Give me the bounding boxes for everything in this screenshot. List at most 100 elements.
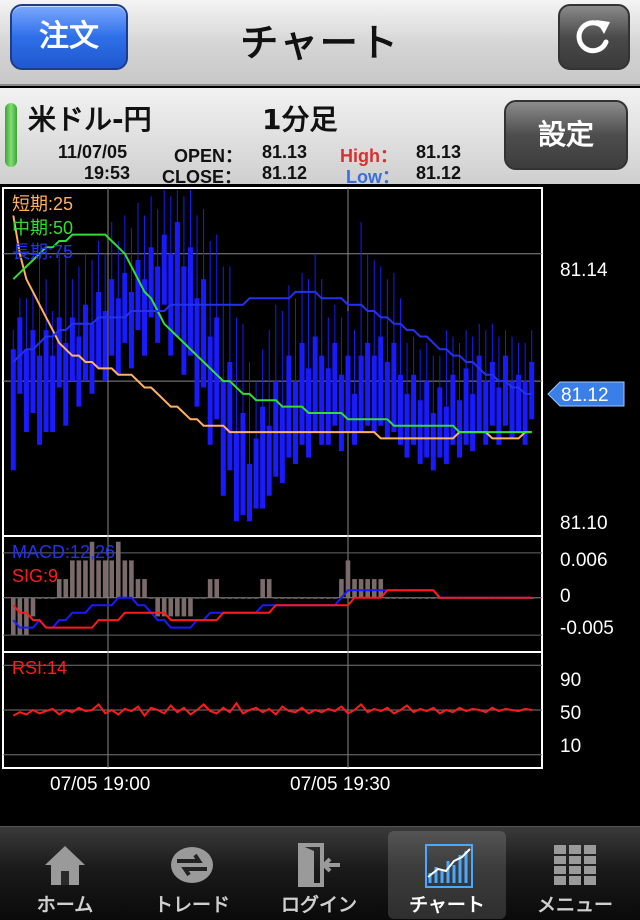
y-tick-81-10: 81.10	[560, 513, 608, 534]
quote-time: 19:53	[84, 163, 131, 183]
candle-body	[207, 336, 213, 445]
macd-hist-bar	[424, 597, 430, 599]
macd-hist-bar	[17, 597, 23, 636]
candle-body	[128, 291, 134, 369]
legend-macd: MACD:12,26	[12, 542, 115, 562]
macd-hist-bar	[129, 560, 134, 598]
tab-home-label: ホーム	[36, 894, 94, 916]
macd-hist-bar	[168, 597, 174, 617]
candle-body	[260, 406, 266, 509]
tab-home[interactable]: ホーム	[6, 831, 124, 919]
candle-body	[371, 355, 377, 433]
candle-body	[266, 425, 272, 496]
home-icon	[45, 846, 85, 885]
macd-hist-bar	[10, 597, 16, 636]
candle-body	[135, 260, 141, 331]
candle-body	[443, 406, 449, 464]
macd-hist-bar	[43, 597, 49, 599]
x-tick-1900: 07/05 19:00	[50, 774, 150, 795]
macd-hist-bar	[214, 579, 220, 598]
macd-hist-bar	[332, 597, 338, 599]
tab-login[interactable]: ログイン	[260, 831, 378, 919]
macd-hist-bar	[385, 597, 390, 599]
macd-hist-bar	[398, 597, 403, 599]
candle-body	[201, 279, 207, 388]
candle-body	[240, 412, 246, 515]
macd-hist-bar	[201, 597, 206, 599]
tab-login-label: ログイン	[280, 894, 357, 916]
macd-hist-bar	[365, 579, 370, 598]
open-value: 81.13	[262, 142, 308, 162]
candle-body	[82, 304, 88, 382]
macd-hist-bar	[63, 579, 69, 598]
macd-hist-bar	[70, 560, 75, 598]
macd-hist-bar	[371, 579, 377, 598]
macd-hist-bar	[352, 579, 357, 598]
chart-period: 1分足	[262, 103, 338, 136]
tab-trade[interactable]: トレード	[133, 831, 251, 919]
macd-hist-bar	[247, 597, 252, 599]
candle-body	[23, 349, 29, 433]
high-value: 81.13	[416, 142, 462, 162]
rsi-tick-50: 50	[560, 703, 581, 724]
chart-icon	[425, 844, 473, 888]
candle-body	[220, 381, 226, 496]
candle-body	[181, 266, 187, 375]
chart-area[interactable]: 短期:25 中期:50 長期:75 MACD:12,26 SIG:9 RSI:1…	[0, 186, 640, 826]
quote-info-panel: 米ドル-円 1分足 11/07/05 19:53 OPEN： 81.13 CLO…	[0, 88, 640, 187]
chart-svg[interactable]: 短期:25 中期:50 長期:75 MACD:12,26 SIG:9 RSI:1…	[0, 186, 640, 826]
candle-body	[148, 247, 154, 318]
candle-body	[502, 355, 508, 426]
candle-body	[273, 381, 279, 477]
trade-icon	[171, 847, 213, 883]
refresh-button[interactable]	[558, 4, 630, 70]
macd-hist-bar	[135, 579, 141, 598]
tab-chart-label: チャート	[409, 894, 485, 916]
macd-hist-bar	[260, 579, 265, 598]
candle-body	[470, 393, 476, 452]
macd-hist-bar	[207, 579, 213, 598]
candle-body	[115, 298, 121, 375]
macd-hist-bar	[293, 597, 298, 599]
candle-body	[96, 291, 102, 369]
candle-body	[424, 381, 430, 458]
macd-hist-bar	[30, 597, 36, 617]
tab-bar: ホーム トレード ログイン チャート メニュー	[0, 826, 640, 920]
candle-body	[496, 387, 502, 445]
macd-tick-top: 0.006	[560, 550, 608, 571]
tab-menu[interactable]: メニュー	[516, 831, 634, 919]
candle-body	[509, 381, 515, 439]
candle-body	[312, 336, 318, 433]
macd-hist-bar	[391, 597, 397, 599]
candle-body	[516, 374, 522, 433]
candle-body	[279, 406, 285, 484]
candle-body	[417, 400, 423, 464]
macd-hist-bar	[273, 597, 279, 599]
legend-mid: 中期:50	[12, 218, 73, 238]
macd-hist-bar	[220, 597, 226, 599]
candle-body	[391, 342, 397, 433]
macd-hist-bar	[109, 560, 115, 598]
macd-hist-bar	[266, 579, 272, 598]
navigation-bar: 注文 チャート	[0, 0, 640, 86]
tab-chart[interactable]: チャート	[388, 831, 506, 919]
macd-hist-bar	[299, 597, 305, 599]
macd-hist-bar	[253, 597, 259, 599]
low-value: 81.12	[416, 163, 462, 183]
candle-body	[187, 247, 193, 356]
macd-hist-bar	[115, 541, 121, 598]
macd-hist-bar	[76, 560, 82, 598]
candle-body	[463, 368, 469, 445]
rsi-line	[12, 701, 532, 718]
macd-hist-bar	[37, 597, 42, 599]
candle-body	[430, 412, 436, 471]
macd-hist-bar	[325, 597, 331, 599]
macd-hist-bar	[24, 597, 29, 636]
settings-button[interactable]: 設定	[504, 100, 628, 170]
candle-body	[50, 355, 56, 433]
close-value: 81.12	[262, 163, 308, 183]
rsi-tick-10: 10	[560, 736, 581, 757]
macd-hist-bar	[358, 579, 364, 598]
macd-hist-bar	[240, 597, 246, 599]
rsi-tick-90: 90	[560, 670, 581, 691]
